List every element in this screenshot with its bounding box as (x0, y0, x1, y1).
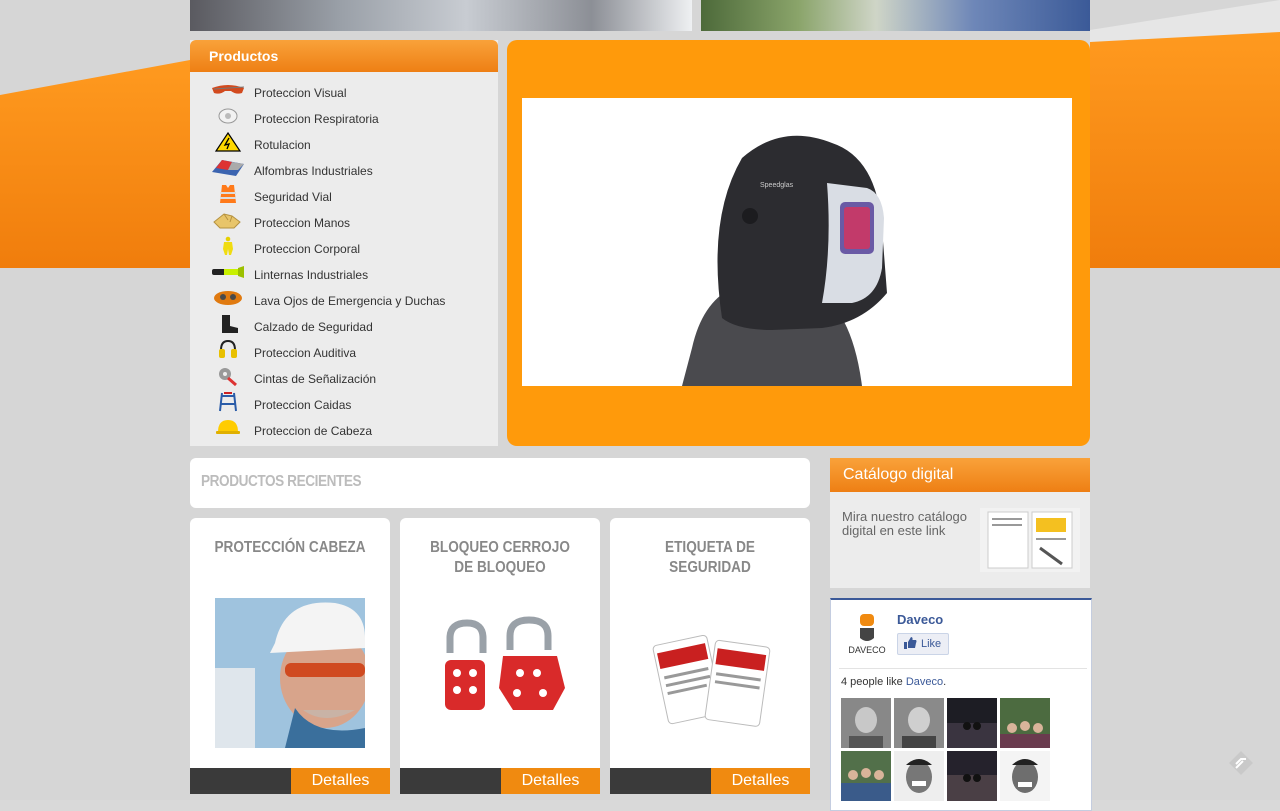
recent-products-header: PRODUCTOS RECIENTES (190, 458, 810, 508)
boot-icon (222, 315, 238, 333)
facebook-like-count: 4 people like Daveco. (841, 676, 947, 688)
lockout-hasp-image (445, 616, 565, 710)
product-item-seguridad-vial[interactable]: Seguridad Vial (190, 182, 498, 208)
facebook-page-link[interactable]: Daveco (906, 676, 943, 688)
feedback-widget-icon[interactable] (1228, 750, 1254, 776)
facebook-like-box: DAVECO Daveco Like 4 people like Daveco. (830, 598, 1092, 811)
svg-text:DAVECO: DAVECO (848, 645, 885, 655)
product-item-rotulacion[interactable]: Rotulacion (190, 130, 498, 156)
product-item-proteccion-auditiva[interactable]: Proteccion Auditiva (190, 338, 498, 364)
details-button[interactable]: Detalles (711, 768, 810, 794)
card-footer: Detalles (400, 768, 600, 794)
worker-hardhat-image (215, 598, 365, 748)
flashlight-icon (212, 266, 244, 278)
top-banner (190, 0, 1090, 31)
banner-photo-left (190, 0, 692, 31)
fan-avatar[interactable] (947, 751, 997, 801)
details-button[interactable]: Detalles (291, 768, 390, 794)
details-button[interactable]: Detalles (501, 768, 600, 794)
digital-catalog[interactable]: Catálogo digital Mira nuestro catálogo d… (830, 458, 1090, 588)
safety-glasses-icon (212, 85, 245, 94)
product-card-proteccion-cabeza[interactable]: PROTECCIÓN CABEZA Detalles (190, 518, 390, 794)
card-title: PROTECCIÓN CABEZA (214, 539, 366, 556)
card-title: ETIQUETA DE SEGURIDAD (665, 539, 755, 576)
product-item-alfombras-industriales[interactable]: Alfombras Industriales (190, 156, 498, 182)
fan-avatar[interactable] (894, 698, 944, 748)
product-item-proteccion-caidas[interactable]: Proteccion Caidas (190, 390, 498, 416)
mat-icon (212, 160, 244, 176)
harness-icon (219, 392, 237, 412)
product-item-proteccion-respiratoria[interactable]: Proteccion Respiratoria (190, 104, 498, 130)
traffic-vest-icon (220, 185, 236, 203)
product-item-proteccion-visual[interactable]: Proteccion Visual (190, 78, 498, 104)
warning-sign-icon (214, 132, 242, 152)
product-card-bloqueo-cerrojo[interactable]: BLOQUEO CERROJO DE BLOQUEO Detalles (400, 518, 600, 794)
thumbs-up-icon (904, 637, 917, 649)
gloves-icon (213, 213, 241, 229)
product-item-proteccion-corporal[interactable]: Proteccion Corporal (190, 234, 498, 260)
respirator-icon (218, 108, 238, 124)
catalog-title: Catálogo digital (843, 466, 954, 483)
fan-avatar[interactable] (947, 698, 997, 748)
daveco-logo: DAVECO (848, 614, 886, 655)
eyewash-icon (214, 291, 242, 305)
fan-avatar[interactable] (841, 751, 891, 801)
hardhat-icon (216, 420, 240, 434)
product-item-calzado-de-seguridad[interactable]: Calzado de Seguridad (190, 312, 498, 338)
card-title: BLOQUEO CERROJO DE BLOQUEO (430, 539, 570, 576)
catalog-header: Catálogo digital (830, 458, 1090, 492)
product-item-proteccion-de-cabeza[interactable]: Proteccion de Cabeza (190, 416, 498, 442)
hero-banner[interactable]: Speedglas (507, 40, 1090, 446)
products-panel: Productos Proteccion Visual Proteccion R… (190, 40, 498, 446)
danger-tag-image (652, 634, 771, 727)
products-title: Productos (209, 48, 279, 64)
facebook-divider (839, 668, 1087, 669)
card-footer: Detalles (190, 768, 390, 794)
tape-icon (219, 368, 237, 386)
product-item-proteccion-manos[interactable]: Proteccion Manos (190, 208, 498, 234)
product-list: Proteccion Visual Proteccion Respiratori… (190, 78, 498, 442)
products-header: Productos (190, 40, 498, 72)
facebook-like-button[interactable]: Like (897, 633, 949, 655)
product-item-lava-ojos[interactable]: Lava Ojos de Emergencia y Duchas (190, 286, 498, 312)
product-item-linternas-industriales[interactable]: Linternas Industriales (190, 260, 498, 286)
catalog-text: Mira nuestro catálogo digital en este li… (842, 509, 968, 538)
recent-products-title: PRODUCTOS RECIENTES (201, 473, 362, 490)
welding-helmet-image: Speedglas (682, 135, 887, 386)
catalog-thumbnail-image (980, 508, 1080, 572)
hero-image: Speedglas (522, 98, 1072, 386)
fan-avatar[interactable] (1000, 698, 1050, 748)
body-suit-icon (223, 236, 233, 255)
product-card-etiqueta-de-seguridad[interactable]: ETIQUETA DE SEGURIDAD Detalles (610, 518, 810, 794)
card-footer: Detalles (610, 768, 810, 794)
fan-avatar[interactable] (894, 751, 944, 801)
fan-avatar[interactable] (841, 698, 891, 748)
product-item-cintas-de-senalizacion[interactable]: Cintas de Señalización (190, 364, 498, 390)
banner-photo-right (701, 0, 1090, 31)
fan-avatar[interactable] (1000, 751, 1050, 801)
earmuffs-icon (219, 340, 237, 358)
facebook-page-name[interactable]: Daveco (897, 612, 943, 627)
svg-text:Speedglas: Speedglas (760, 182, 794, 189)
